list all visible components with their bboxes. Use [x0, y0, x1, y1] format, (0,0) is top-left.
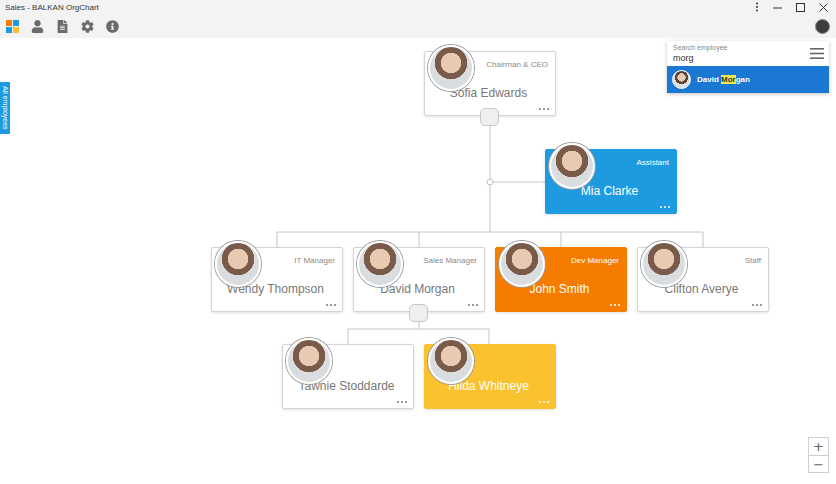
node-title [477, 353, 548, 363]
document-icon[interactable] [56, 20, 69, 33]
org-node[interactable]: Tawnie Stoddarde [282, 344, 414, 409]
chart-canvas[interactable]: Chairman & CEOSofia Edwards AssistantMia … [0, 38, 836, 484]
employee-photo [215, 241, 261, 287]
org-node[interactable]: Hilda Whitneye [424, 344, 556, 409]
collapse-button[interactable] [409, 304, 428, 322]
node-title: Sales Manager [406, 256, 477, 266]
side-tab-label: All employees [0, 86, 10, 130]
match-highlight: Mor [721, 75, 736, 84]
collapse-button[interactable] [480, 108, 499, 126]
account-avatar[interactable] [815, 19, 830, 34]
search-field[interactable]: Search employee morg [673, 44, 806, 63]
employee-photo [357, 241, 403, 287]
node-menu-icon[interactable] [326, 304, 336, 306]
node-menu-icon[interactable] [468, 304, 478, 306]
node-menu-icon[interactable] [660, 206, 670, 208]
search-panel: Search employee morg David Morgan [667, 41, 829, 93]
maximize-icon[interactable] [796, 3, 805, 12]
zoom-controls: +− [808, 437, 829, 473]
header: Sales - BALKAN OrgChart [0, 0, 836, 38]
result-name: David Morgan [697, 75, 750, 84]
node-menu-icon[interactable] [539, 401, 549, 403]
logo-icon[interactable] [6, 20, 19, 33]
search-input[interactable]: morg [673, 53, 806, 63]
result-photo [672, 70, 691, 89]
employee-photo [428, 45, 474, 91]
node-menu-icon[interactable] [752, 304, 762, 306]
window-controls [755, 2, 832, 12]
all-employees-tab[interactable]: All employees [0, 82, 10, 134]
employee-photo [428, 338, 474, 384]
title-bar: Sales - BALKAN OrgChart [0, 0, 836, 14]
close-icon[interactable] [819, 3, 828, 12]
minimize-icon[interactable] [773, 3, 782, 12]
node-title: Chairman & CEO [477, 60, 548, 70]
zoom-in-button[interactable]: + [809, 438, 828, 455]
more-icon[interactable] [755, 2, 759, 12]
org-node[interactable]: AssistantMia Clarke [545, 149, 677, 214]
employee-photo [641, 241, 687, 287]
employee-photo [286, 338, 332, 384]
employee-photo [499, 241, 545, 287]
hamburger-icon[interactable] [810, 48, 824, 59]
node-menu-icon[interactable] [397, 401, 407, 403]
node-title: Staff [690, 256, 761, 266]
node-title: Dev Manager [548, 256, 619, 266]
org-node[interactable]: StaffClifton Averye [637, 247, 769, 312]
org-node[interactable]: IT ManagerWendy Thompson [211, 247, 343, 312]
window-title: Sales - BALKAN OrgChart [5, 3, 747, 12]
info-icon[interactable] [106, 20, 119, 33]
toolbar [0, 14, 836, 38]
user-icon[interactable] [31, 20, 44, 33]
node-title: IT Manager [264, 256, 335, 266]
search-result[interactable]: David Morgan [667, 66, 829, 93]
node-menu-icon[interactable] [539, 108, 549, 110]
node-menu-icon[interactable] [610, 304, 620, 306]
org-node[interactable]: Chairman & CEOSofia Edwards [424, 51, 556, 116]
employee-photo [549, 143, 595, 189]
search-label: Search employee [673, 44, 806, 51]
org-node[interactable]: Dev ManagerJohn Smith [495, 247, 627, 312]
org-node[interactable]: Sales ManagerDavid Morgan [353, 247, 485, 312]
app-window: Sales - BALKAN OrgChart Chairman & CEOSof… [0, 0, 836, 484]
zoom-out-button[interactable]: − [809, 455, 828, 472]
node-title: Assistant [598, 158, 669, 168]
gear-icon[interactable] [81, 20, 94, 33]
search-row: Search employee morg [667, 41, 829, 66]
